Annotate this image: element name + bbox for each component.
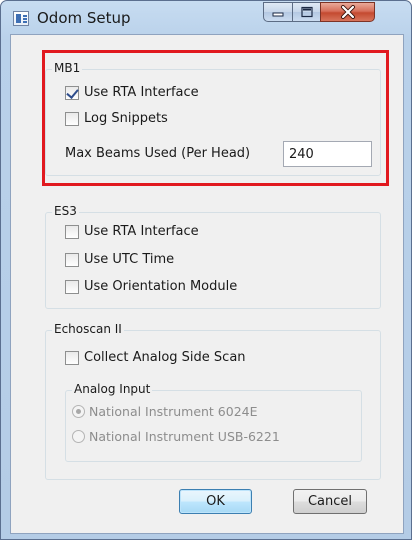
radio-national-instrument-6024e[interactable]: National Instrument 6024E	[72, 404, 258, 419]
highlight-box	[42, 50, 389, 186]
checkbox-box[interactable]	[65, 224, 79, 239]
radio-button[interactable]	[72, 430, 85, 443]
radio-button[interactable]	[72, 405, 85, 418]
window-title: Odom Setup	[37, 9, 131, 27]
radio-label: National Instrument USB-6221	[89, 429, 280, 444]
analog-input-group: Analog Input National Instrument 6024E N…	[65, 382, 362, 462]
analog-input-group-title: Analog Input	[72, 382, 153, 396]
es3-group: ES3 Use RTA Interface Use UTC Time Use O…	[45, 204, 381, 309]
es3-use-rta-interface-checkbox[interactable]: Use RTA Interface	[65, 224, 199, 239]
echoscan-group-title: Echoscan II	[52, 322, 124, 336]
ok-button[interactable]: OK	[179, 489, 252, 514]
odom-setup-window: Odom Setup MB1 Use RTA Interface Log Sni…	[0, 0, 412, 540]
app-icon	[13, 11, 29, 26]
maximize-button[interactable]	[292, 2, 321, 22]
radio-label: National Instrument 6024E	[89, 404, 258, 419]
title-bar[interactable]: Odom Setup	[1, 1, 411, 35]
checkbox-label: Collect Analog Side Scan	[84, 350, 246, 365]
checkbox-label: Use Orientation Module	[84, 279, 238, 294]
checkbox-label: Use RTA Interface	[84, 224, 199, 239]
cancel-button[interactable]: Cancel	[293, 489, 367, 514]
maximize-icon	[300, 6, 313, 18]
checkbox-label: Use UTC Time	[84, 252, 175, 267]
close-icon	[340, 5, 355, 19]
radio-national-instrument-usb-6221[interactable]: National Instrument USB-6221	[72, 429, 280, 444]
es3-use-orientation-module-checkbox[interactable]: Use Orientation Module	[65, 279, 237, 294]
collect-analog-side-scan-checkbox[interactable]: Collect Analog Side Scan	[65, 350, 246, 365]
checkbox-box[interactable]	[65, 279, 79, 294]
es3-use-utc-time-checkbox[interactable]: Use UTC Time	[65, 252, 174, 267]
minimize-button[interactable]	[263, 2, 293, 22]
echoscan-group: Echoscan II Collect Analog Side Scan Ana…	[45, 322, 381, 480]
checkbox-box[interactable]	[65, 252, 79, 267]
es3-group-title: ES3	[52, 204, 79, 218]
close-button[interactable]	[320, 2, 375, 22]
minimize-icon	[272, 12, 284, 17]
checkbox-box[interactable]	[65, 350, 79, 365]
